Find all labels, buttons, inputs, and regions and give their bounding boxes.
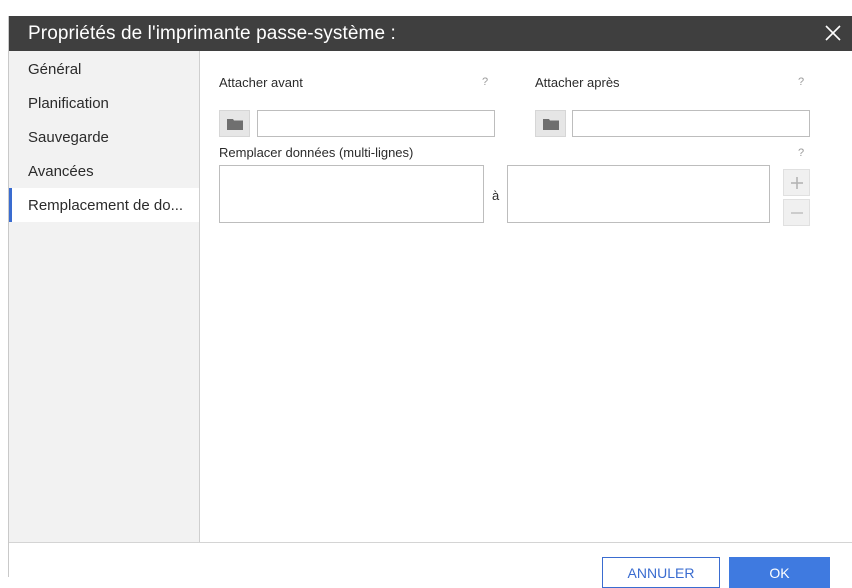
replace-separator-label: à [492,188,500,203]
sidebar-item-data-replacement[interactable]: Remplacement de do... [9,188,199,222]
printer-properties-dialog: Propriétés de l'imprimante passe-système… [8,16,852,588]
attach-before-help[interactable]: ? [482,76,488,88]
close-icon [825,25,841,41]
dialog-footer: ANNULER OK [9,542,852,588]
sidebar-item-label: Sauvegarde [28,128,109,146]
replace-from-textarea[interactable] [219,165,484,223]
sidebar-item-general[interactable]: Général [9,52,199,86]
dialog-title: Propriétés de l'imprimante passe-système… [28,22,396,44]
minus-icon [790,211,803,214]
ok-button[interactable]: OK [729,557,830,588]
replace-to-textarea[interactable] [507,165,770,223]
sidebar-item-label: Planification [28,94,109,112]
sidebar-item-label: Avancées [28,162,94,180]
attach-after-browse-button[interactable] [535,110,566,137]
folder-icon [542,118,559,130]
attach-before-input[interactable] [257,110,495,137]
sidebar-item-backup[interactable]: Sauvegarde [9,120,199,154]
sidebar-nav: Général Planification Sauvegarde Avancée… [9,51,200,542]
dialog-titlebar: Propriétés de l'imprimante passe-système… [9,16,852,51]
attach-after-input[interactable] [572,110,810,137]
sidebar-item-advanced[interactable]: Avancées [9,154,199,188]
close-button[interactable] [819,19,847,47]
remove-replacement-button[interactable] [783,199,810,226]
attach-before-label: Attacher avant [219,75,303,90]
attach-after-label: Attacher après [535,75,620,90]
attach-before-browse-button[interactable] [219,110,250,137]
add-replacement-button[interactable] [783,169,810,196]
sidebar-item-label: Remplacement de do... [28,196,184,214]
replace-data-help[interactable]: ? [798,147,804,159]
folder-icon [226,118,243,130]
cancel-button[interactable]: ANNULER [602,557,720,588]
attach-after-help[interactable]: ? [798,76,804,88]
sidebar-item-label: Général [28,60,82,78]
plus-icon [790,176,803,189]
sidebar-item-scheduling[interactable]: Planification [9,86,199,120]
main-panel: Attacher avant ? Attacher après ? Rempla… [200,51,852,542]
replace-data-label: Remplacer données (multi-lignes) [219,145,414,160]
